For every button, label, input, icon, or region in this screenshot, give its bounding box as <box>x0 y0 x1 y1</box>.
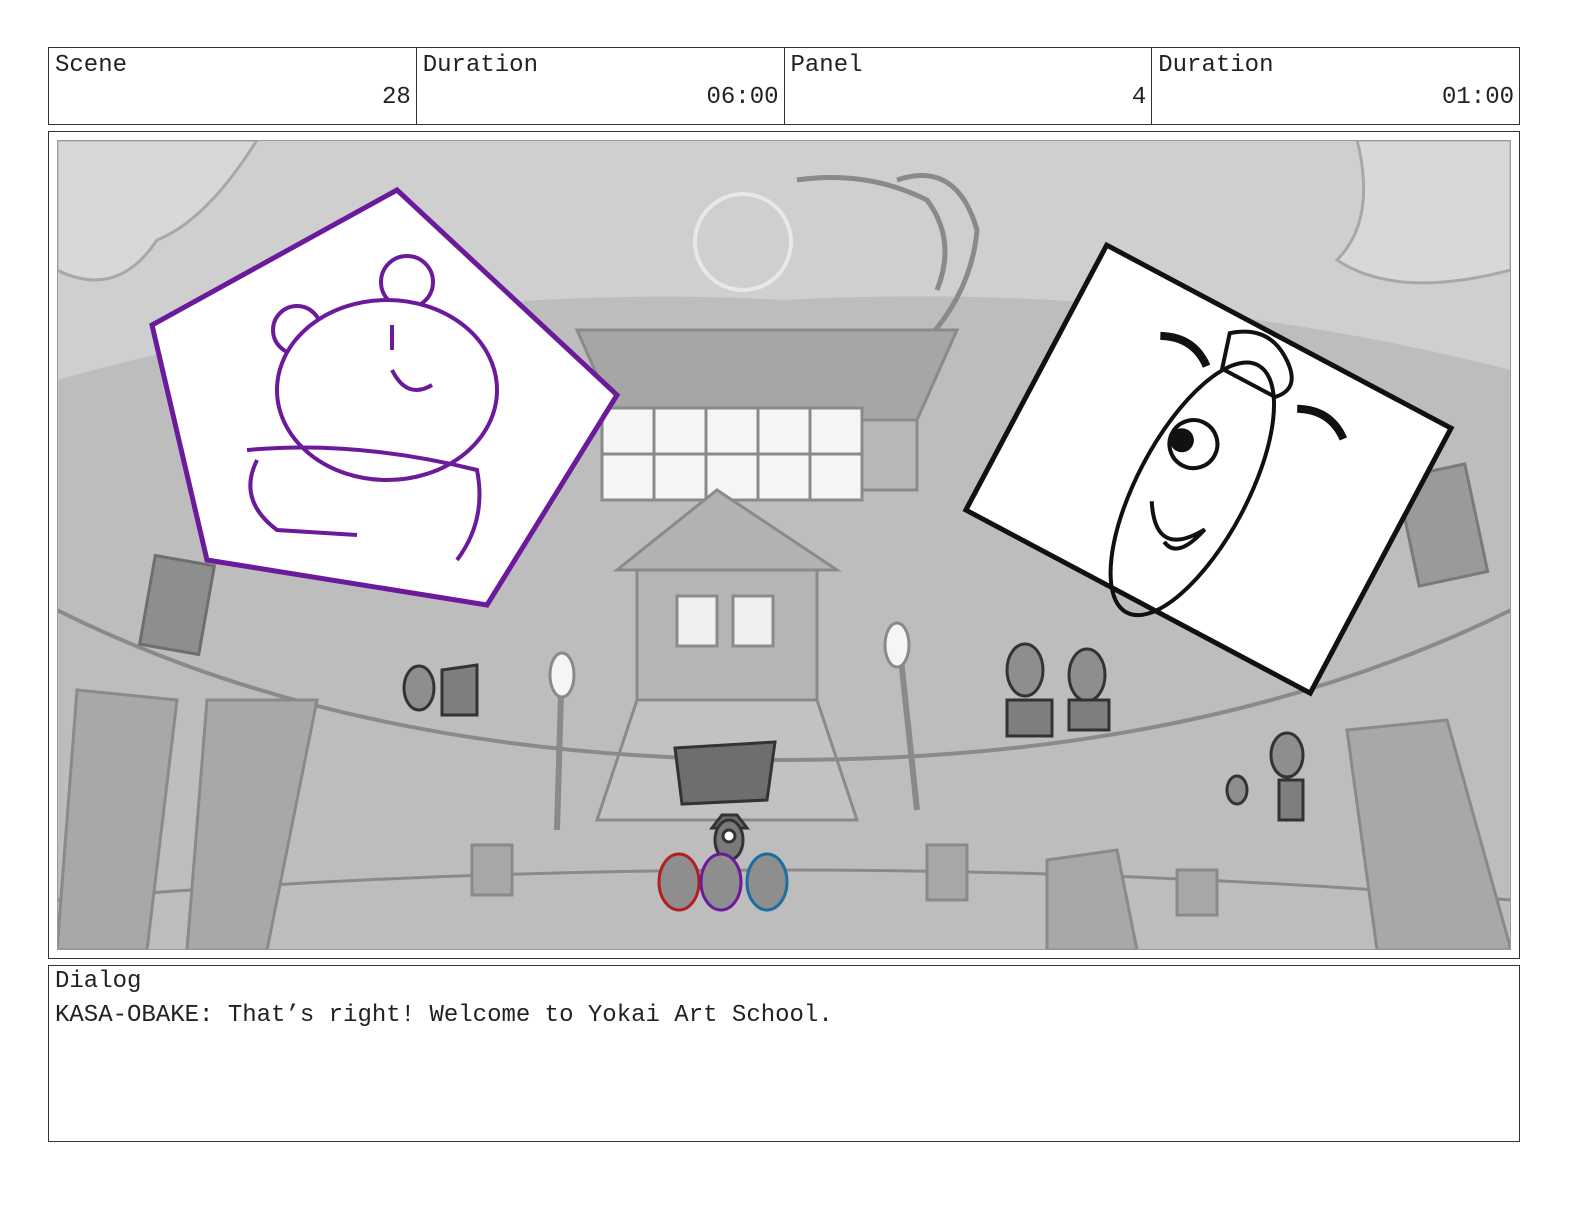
panel-cell: Panel 4 <box>785 48 1153 124</box>
dialog-text: KASA-OBAKE: That’s right! Welcome to Yok… <box>55 1002 833 1029</box>
dialog-label: Dialog <box>55 968 142 995</box>
three-students <box>657 852 789 912</box>
easel-characters <box>402 663 479 717</box>
scene-duration-cell: Duration 06:00 <box>417 48 785 124</box>
scene-duration-label: Duration <box>422 52 538 79</box>
right-curtain <box>1334 140 1511 285</box>
panel-number: 4 <box>1131 84 1147 111</box>
scene-label: Scene <box>55 52 128 79</box>
storyboard-panel <box>48 131 1520 959</box>
panel-duration-label: Duration <box>1158 52 1274 79</box>
panel-duration-cell: Duration 01:00 <box>1152 48 1519 124</box>
scene-number: 28 <box>381 84 411 111</box>
panel-label: Panel <box>790 52 863 79</box>
scene-duration-value: 06:00 <box>706 84 779 111</box>
red-student <box>657 852 701 912</box>
storyboard-header: Scene 28 Duration 06:00 Panel 4 Duration… <box>48 47 1520 125</box>
panel-drawing <box>57 140 1511 950</box>
sign-board <box>673 740 777 806</box>
panel-duration-value: 01:00 <box>1441 84 1514 111</box>
purple-student <box>699 852 743 912</box>
school-windows <box>600 406 864 502</box>
dialog-box: Dialog KASA-OBAKE: That’s right! Welcome… <box>48 965 1520 1142</box>
scene-cell: Scene 28 <box>49 48 417 124</box>
blue-student <box>745 852 789 912</box>
